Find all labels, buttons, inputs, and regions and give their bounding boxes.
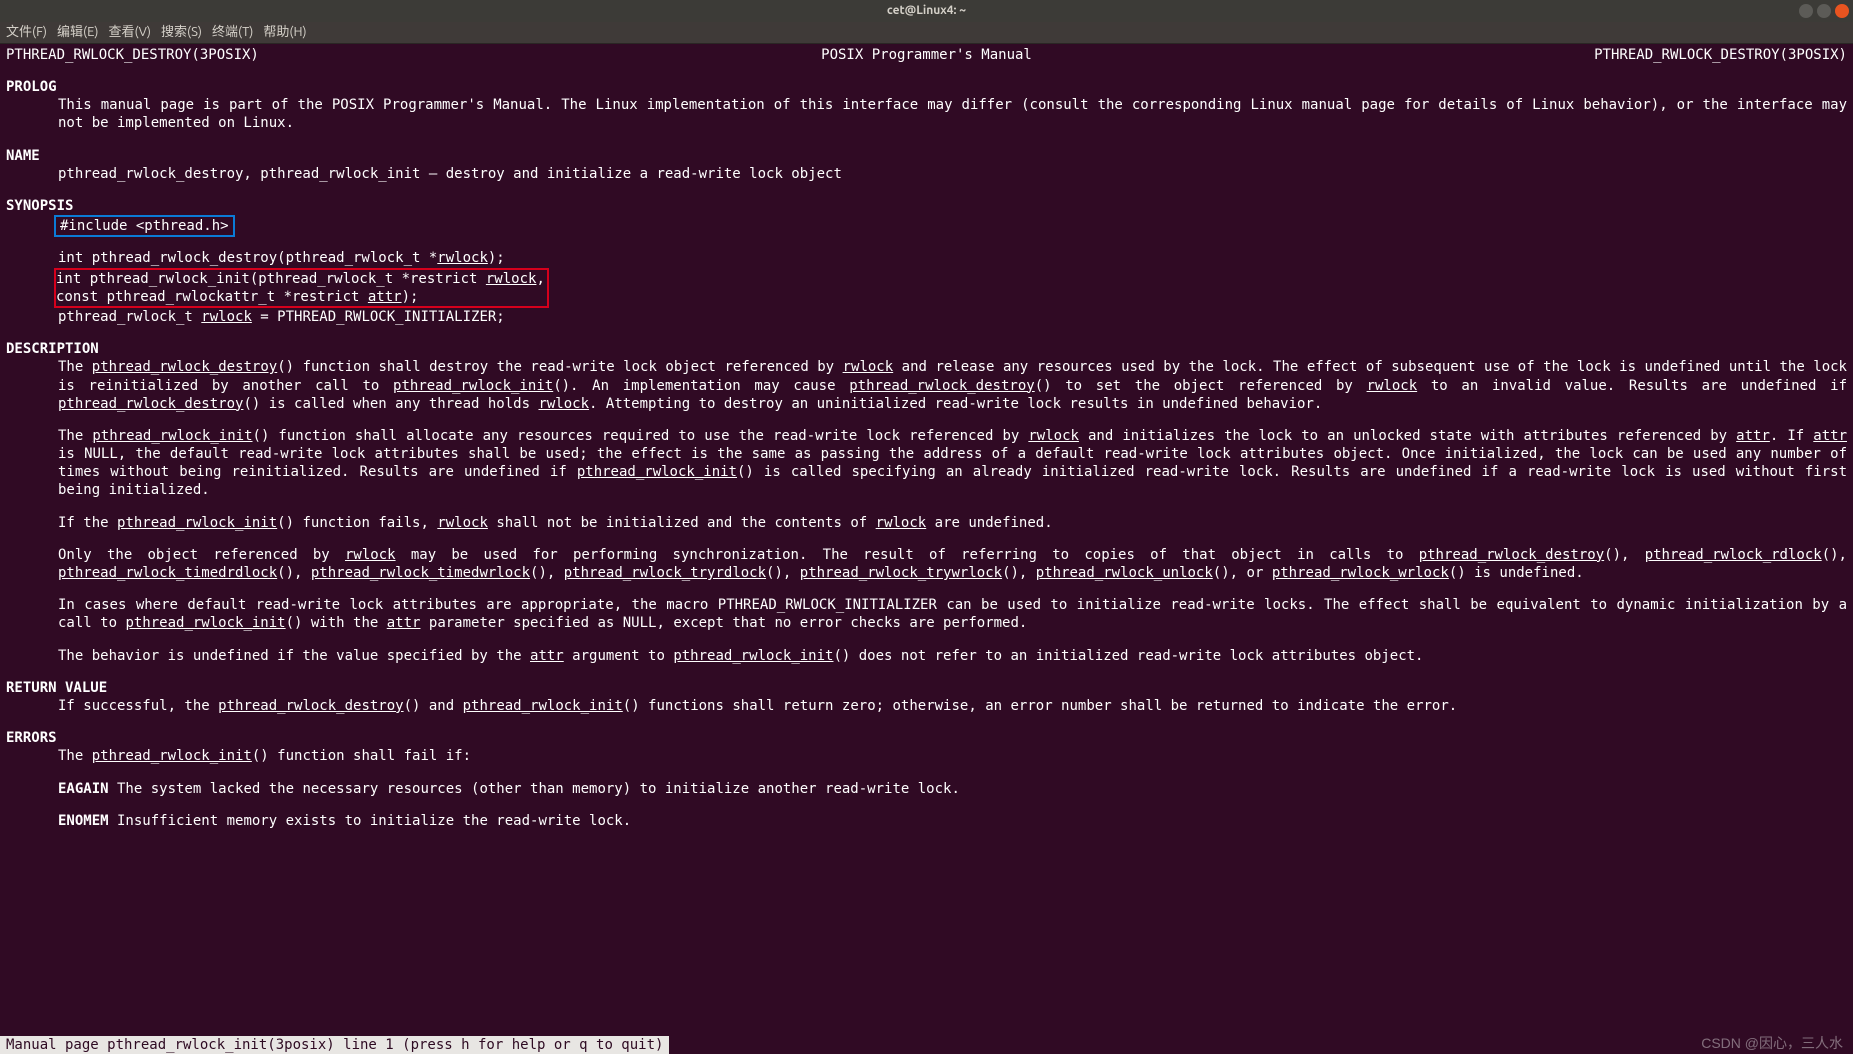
section-return-value: RETURN VALUE bbox=[6, 679, 1847, 697]
watermark: CSDN @因心，三人水 bbox=[1701, 1034, 1843, 1052]
section-prolog: PROLOG bbox=[6, 78, 1847, 96]
section-errors: ERRORS bbox=[6, 729, 1847, 747]
close-icon[interactable] bbox=[1835, 4, 1849, 18]
synopsis-initializer: pthread_rwlock_t rwlock = PTHREAD_RWLOCK… bbox=[58, 308, 1847, 326]
errors-lead: The pthread_rwlock_init() function shall… bbox=[58, 747, 1847, 765]
desc-p3: If the pthread_rwlock_init() function fa… bbox=[58, 514, 1847, 532]
section-synopsis: SYNOPSIS bbox=[6, 197, 1847, 215]
window-controls bbox=[1799, 4, 1849, 18]
window-titlebar: cet@Linux4: ~ bbox=[0, 0, 1853, 22]
error-enomem: ENOMEM Insufficient memory exists to ini… bbox=[58, 812, 1847, 830]
synopsis-init-highlight: int pthread_rwlock_init(pthread_rwlock_t… bbox=[54, 268, 549, 308]
prolog-text: This manual page is part of the POSIX Pr… bbox=[58, 96, 1847, 132]
minimize-icon[interactable] bbox=[1799, 4, 1813, 18]
desc-p6: The behavior is undefined if the value s… bbox=[58, 647, 1847, 665]
menu-terminal[interactable]: 终端(T) bbox=[212, 24, 253, 41]
man-header-left: PTHREAD_RWLOCK_DESTROY(3POSIX) bbox=[6, 46, 259, 64]
section-description: DESCRIPTION bbox=[6, 340, 1847, 358]
desc-p4: Only the object referenced by rwlock may… bbox=[58, 546, 1847, 582]
menu-edit[interactable]: 编辑(E) bbox=[57, 24, 98, 41]
synopsis-destroy: int pthread_rwlock_destroy(pthread_rwloc… bbox=[58, 249, 1847, 267]
error-eagain: EAGAIN The system lacked the necessary r… bbox=[58, 780, 1847, 798]
window-title: cet@Linux4: ~ bbox=[887, 3, 966, 19]
desc-p1: The pthread_rwlock_destroy() function sh… bbox=[58, 358, 1847, 413]
man-header: PTHREAD_RWLOCK_DESTROY(3POSIX) POSIX Pro… bbox=[6, 44, 1847, 64]
section-name: NAME bbox=[6, 147, 1847, 165]
menu-help[interactable]: 帮助(H) bbox=[263, 24, 306, 41]
man-header-center: POSIX Programmer's Manual bbox=[821, 46, 1032, 64]
maximize-icon[interactable] bbox=[1817, 4, 1831, 18]
synopsis-include: #include <pthread.h> bbox=[60, 218, 229, 234]
return-text: If successful, the pthread_rwlock_destro… bbox=[58, 697, 1847, 715]
man-header-right: PTHREAD_RWLOCK_DESTROY(3POSIX) bbox=[1594, 46, 1847, 64]
name-text: pthread_rwlock_destroy, pthread_rwlock_i… bbox=[58, 165, 1847, 183]
desc-p2: The pthread_rwlock_init() function shall… bbox=[58, 427, 1847, 500]
menu-bar: 文件(F) 编辑(E) 查看(V) 搜索(S) 终端(T) 帮助(H) bbox=[0, 22, 1853, 44]
menu-search[interactable]: 搜索(S) bbox=[161, 24, 202, 41]
man-status-line: Manual page pthread_rwlock_init(3posix) … bbox=[0, 1036, 669, 1054]
menu-view[interactable]: 查看(V) bbox=[109, 24, 151, 41]
synopsis-include-highlight: #include <pthread.h> bbox=[54, 215, 235, 237]
desc-p5: In cases where default read-write lock a… bbox=[58, 596, 1847, 632]
terminal-content[interactable]: PTHREAD_RWLOCK_DESTROY(3POSIX) POSIX Pro… bbox=[0, 44, 1853, 830]
menu-file[interactable]: 文件(F) bbox=[6, 24, 47, 41]
